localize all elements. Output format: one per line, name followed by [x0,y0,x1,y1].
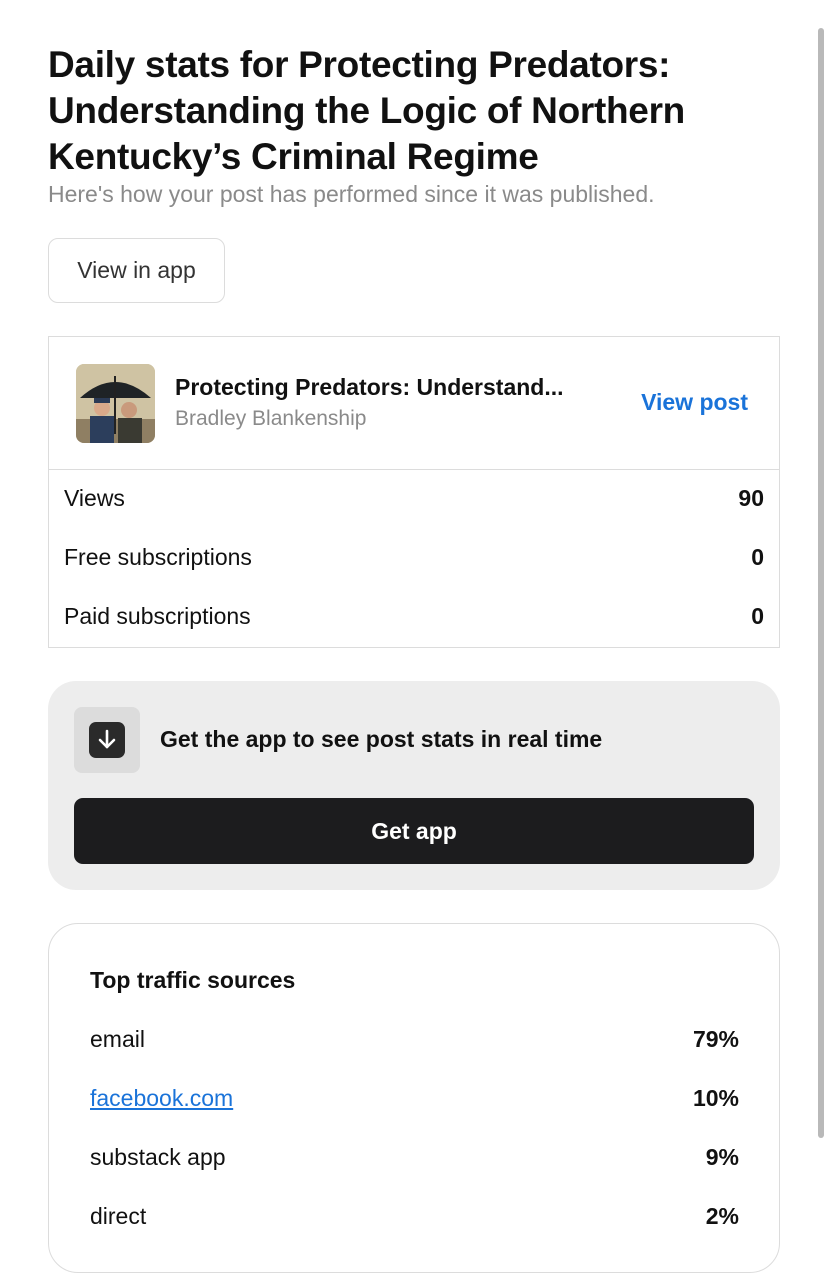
download-icon [74,707,140,773]
post-card: Protecting Predators: Understand... Brad… [48,336,780,648]
stat-label: Free subscriptions [64,544,252,570]
page-title: Daily stats for Protecting Predators: Un… [48,44,685,177]
page-subtitle: Here's how your post has performed since… [48,181,655,207]
post-thumbnail-illustration-icon[interactable] [76,364,155,443]
traffic-source-label: substack app [90,1144,226,1170]
page-scrollbar[interactable] [818,28,824,1138]
view-post-link[interactable]: View post [641,389,748,416]
traffic-source-value: 2% [705,1203,739,1229]
traffic-source-value: 9% [705,1144,739,1170]
stat-label: Paid subscriptions [64,603,251,629]
stat-label: Views [64,485,125,511]
stat-row-free-subscriptions: Free subscriptions 0 [64,544,764,574]
post-author: Bradley Blankenship [175,407,367,430]
traffic-sources-card: Top traffic sources email 79% facebook.c… [48,923,780,1273]
post-title[interactable]: Protecting Predators: Understand... [175,374,564,401]
get-app-panel: Get the app to see post stats in real ti… [48,681,780,890]
stat-row-paid-subscriptions: Paid subscriptions 0 [64,603,764,633]
traffic-sources-title: Top traffic sources [90,967,296,993]
stat-value: 0 [751,603,764,629]
traffic-row-substack-app: substack app 9% [90,1144,739,1174]
stat-value: 0 [751,544,764,570]
get-app-promo-text: Get the app to see post stats in real ti… [160,726,603,752]
view-in-app-button[interactable]: View in app [48,238,225,303]
traffic-source-value: 10% [692,1085,739,1111]
get-app-button[interactable]: Get app [74,798,754,864]
traffic-source-label: email [90,1026,145,1052]
stat-value: 90 [738,485,764,511]
traffic-row-facebook: facebook.com 10% [90,1085,739,1115]
traffic-row-direct: direct 2% [90,1203,739,1233]
traffic-source-link[interactable]: facebook.com [90,1085,233,1112]
post-header: Protecting Predators: Understand... Brad… [49,337,779,470]
traffic-source-value: 79% [692,1026,739,1052]
traffic-row-email: email 79% [90,1026,739,1056]
stat-row-views: Views 90 [64,485,764,515]
traffic-source-label: direct [90,1203,147,1229]
